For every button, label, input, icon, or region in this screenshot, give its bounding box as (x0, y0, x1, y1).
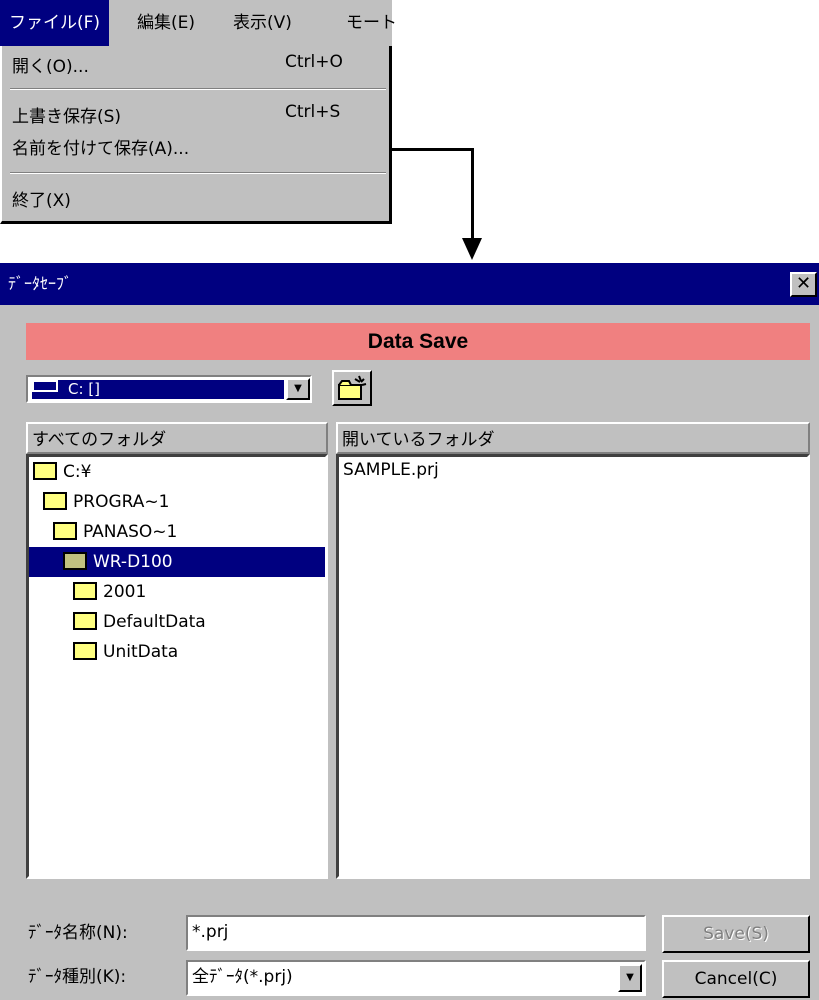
data-type-select[interactable]: 全ﾃﾞｰﾀ(*.prj) ▼ (186, 960, 646, 996)
menu-mode[interactable]: モート (337, 0, 406, 46)
drive-value: C: [] (32, 380, 284, 399)
close-button[interactable]: ✕ (790, 272, 817, 297)
new-folder-icon (338, 375, 367, 400)
connector-line (471, 148, 474, 240)
open-folder-icon (43, 492, 67, 510)
folder-icon (73, 612, 97, 630)
tree-item-label: DefaultData (103, 612, 206, 632)
chevron-down-icon[interactable]: ▼ (286, 378, 310, 400)
menu-file[interactable]: ファイル(F) (0, 0, 110, 46)
tree-item-label: C:¥ (63, 462, 92, 482)
tree-item-label: PANASO~1 (83, 522, 178, 542)
list-item[interactable]: SAMPLE.prj (339, 457, 807, 483)
folder-tree[interactable]: C:¥ PROGRA~1 PANASO~1 WR-D100 2001 DefaultDat… (26, 454, 328, 879)
tree-item-label: WR-D100 (93, 552, 173, 572)
data-name-label: ﾃﾞｰﾀ名称(N): (28, 923, 128, 943)
data-name-input[interactable]: *.prj (186, 915, 646, 951)
tree-item-label: UnitData (103, 642, 179, 662)
data-type-value: 全ﾃﾞｰﾀ(*.prj) (192, 967, 293, 987)
data-type-label: ﾃﾞｰﾀ種別(K): (28, 967, 127, 987)
menu-separator (10, 88, 386, 90)
file-list-items: SAMPLE.prj (339, 457, 807, 483)
folders-header: すべてのフォルダ (26, 422, 328, 454)
menu-separator (10, 172, 386, 174)
save-button[interactable]: Save(S) (662, 915, 810, 953)
close-icon: ✕ (795, 273, 812, 294)
tree-item[interactable]: DefaultData (29, 607, 325, 637)
menu-open[interactable]: 開く(O)... (12, 52, 89, 77)
menu-save-shortcut: Ctrl+S (285, 102, 341, 122)
dialog-banner: Data Save (26, 323, 810, 360)
tree-item[interactable]: C:¥ (29, 457, 325, 487)
menu-open-shortcut: Ctrl+O (285, 52, 343, 72)
tree-item-label: PROGRA~1 (73, 492, 170, 512)
tree-item-label: 2001 (103, 582, 147, 602)
drive-icon (32, 380, 58, 392)
menu-bar: ファイル(F) 編集(E) 表示(V) モート (0, 0, 397, 46)
arrow-down-icon (462, 238, 482, 260)
dialog-titlebar: ﾃﾞｰﾀｾｰﾌﾞ ✕ (0, 263, 819, 305)
tree-item[interactable]: PROGRA~1 (29, 487, 325, 517)
drive-select[interactable]: C: [] ▼ (26, 375, 312, 403)
chevron-down-icon[interactable]: ▼ (618, 964, 642, 992)
cancel-button[interactable]: Cancel(C) (662, 960, 810, 998)
menu-exit[interactable]: 終了(X) (12, 186, 71, 211)
tree-item[interactable]: UnitData (29, 637, 325, 667)
menu-overwrite-save[interactable]: 上書き保存(S) (12, 102, 121, 127)
open-folder-icon (53, 522, 77, 540)
open-folder-header: 開いているフォルダ (336, 422, 810, 454)
tree-item[interactable]: 2001 (29, 577, 325, 607)
open-folder-icon (63, 552, 87, 570)
tree-item[interactable]: PANASO~1 (29, 517, 325, 547)
file-menu-dropdown: 開く(O)... Ctrl+O 上書き保存(S) Ctrl+S 名前を付けて保存… (0, 46, 392, 224)
menu-view[interactable]: 表示(V) (224, 0, 301, 46)
menu-edit[interactable]: 編集(E) (128, 0, 204, 46)
dialog-title: ﾃﾞｰﾀｾｰﾌﾞ (8, 274, 73, 293)
folder-tree-list: C:¥ PROGRA~1 PANASO~1 WR-D100 2001 DefaultDat… (29, 457, 325, 667)
data-save-dialog: ﾃﾞｰﾀｾｰﾌﾞ ✕ Data Save C: [] ▼ すべてのフォルダ C:… (0, 263, 819, 1000)
file-list[interactable]: SAMPLE.prj (336, 454, 810, 879)
tree-item[interactable]: WR-D100 (29, 547, 325, 577)
connector-line (392, 148, 474, 151)
new-folder-button[interactable] (332, 370, 372, 406)
folder-icon (73, 582, 97, 600)
open-folder-icon (33, 462, 57, 480)
folder-icon (73, 642, 97, 660)
menu-save-as[interactable]: 名前を付けて保存(A)... (12, 134, 189, 159)
